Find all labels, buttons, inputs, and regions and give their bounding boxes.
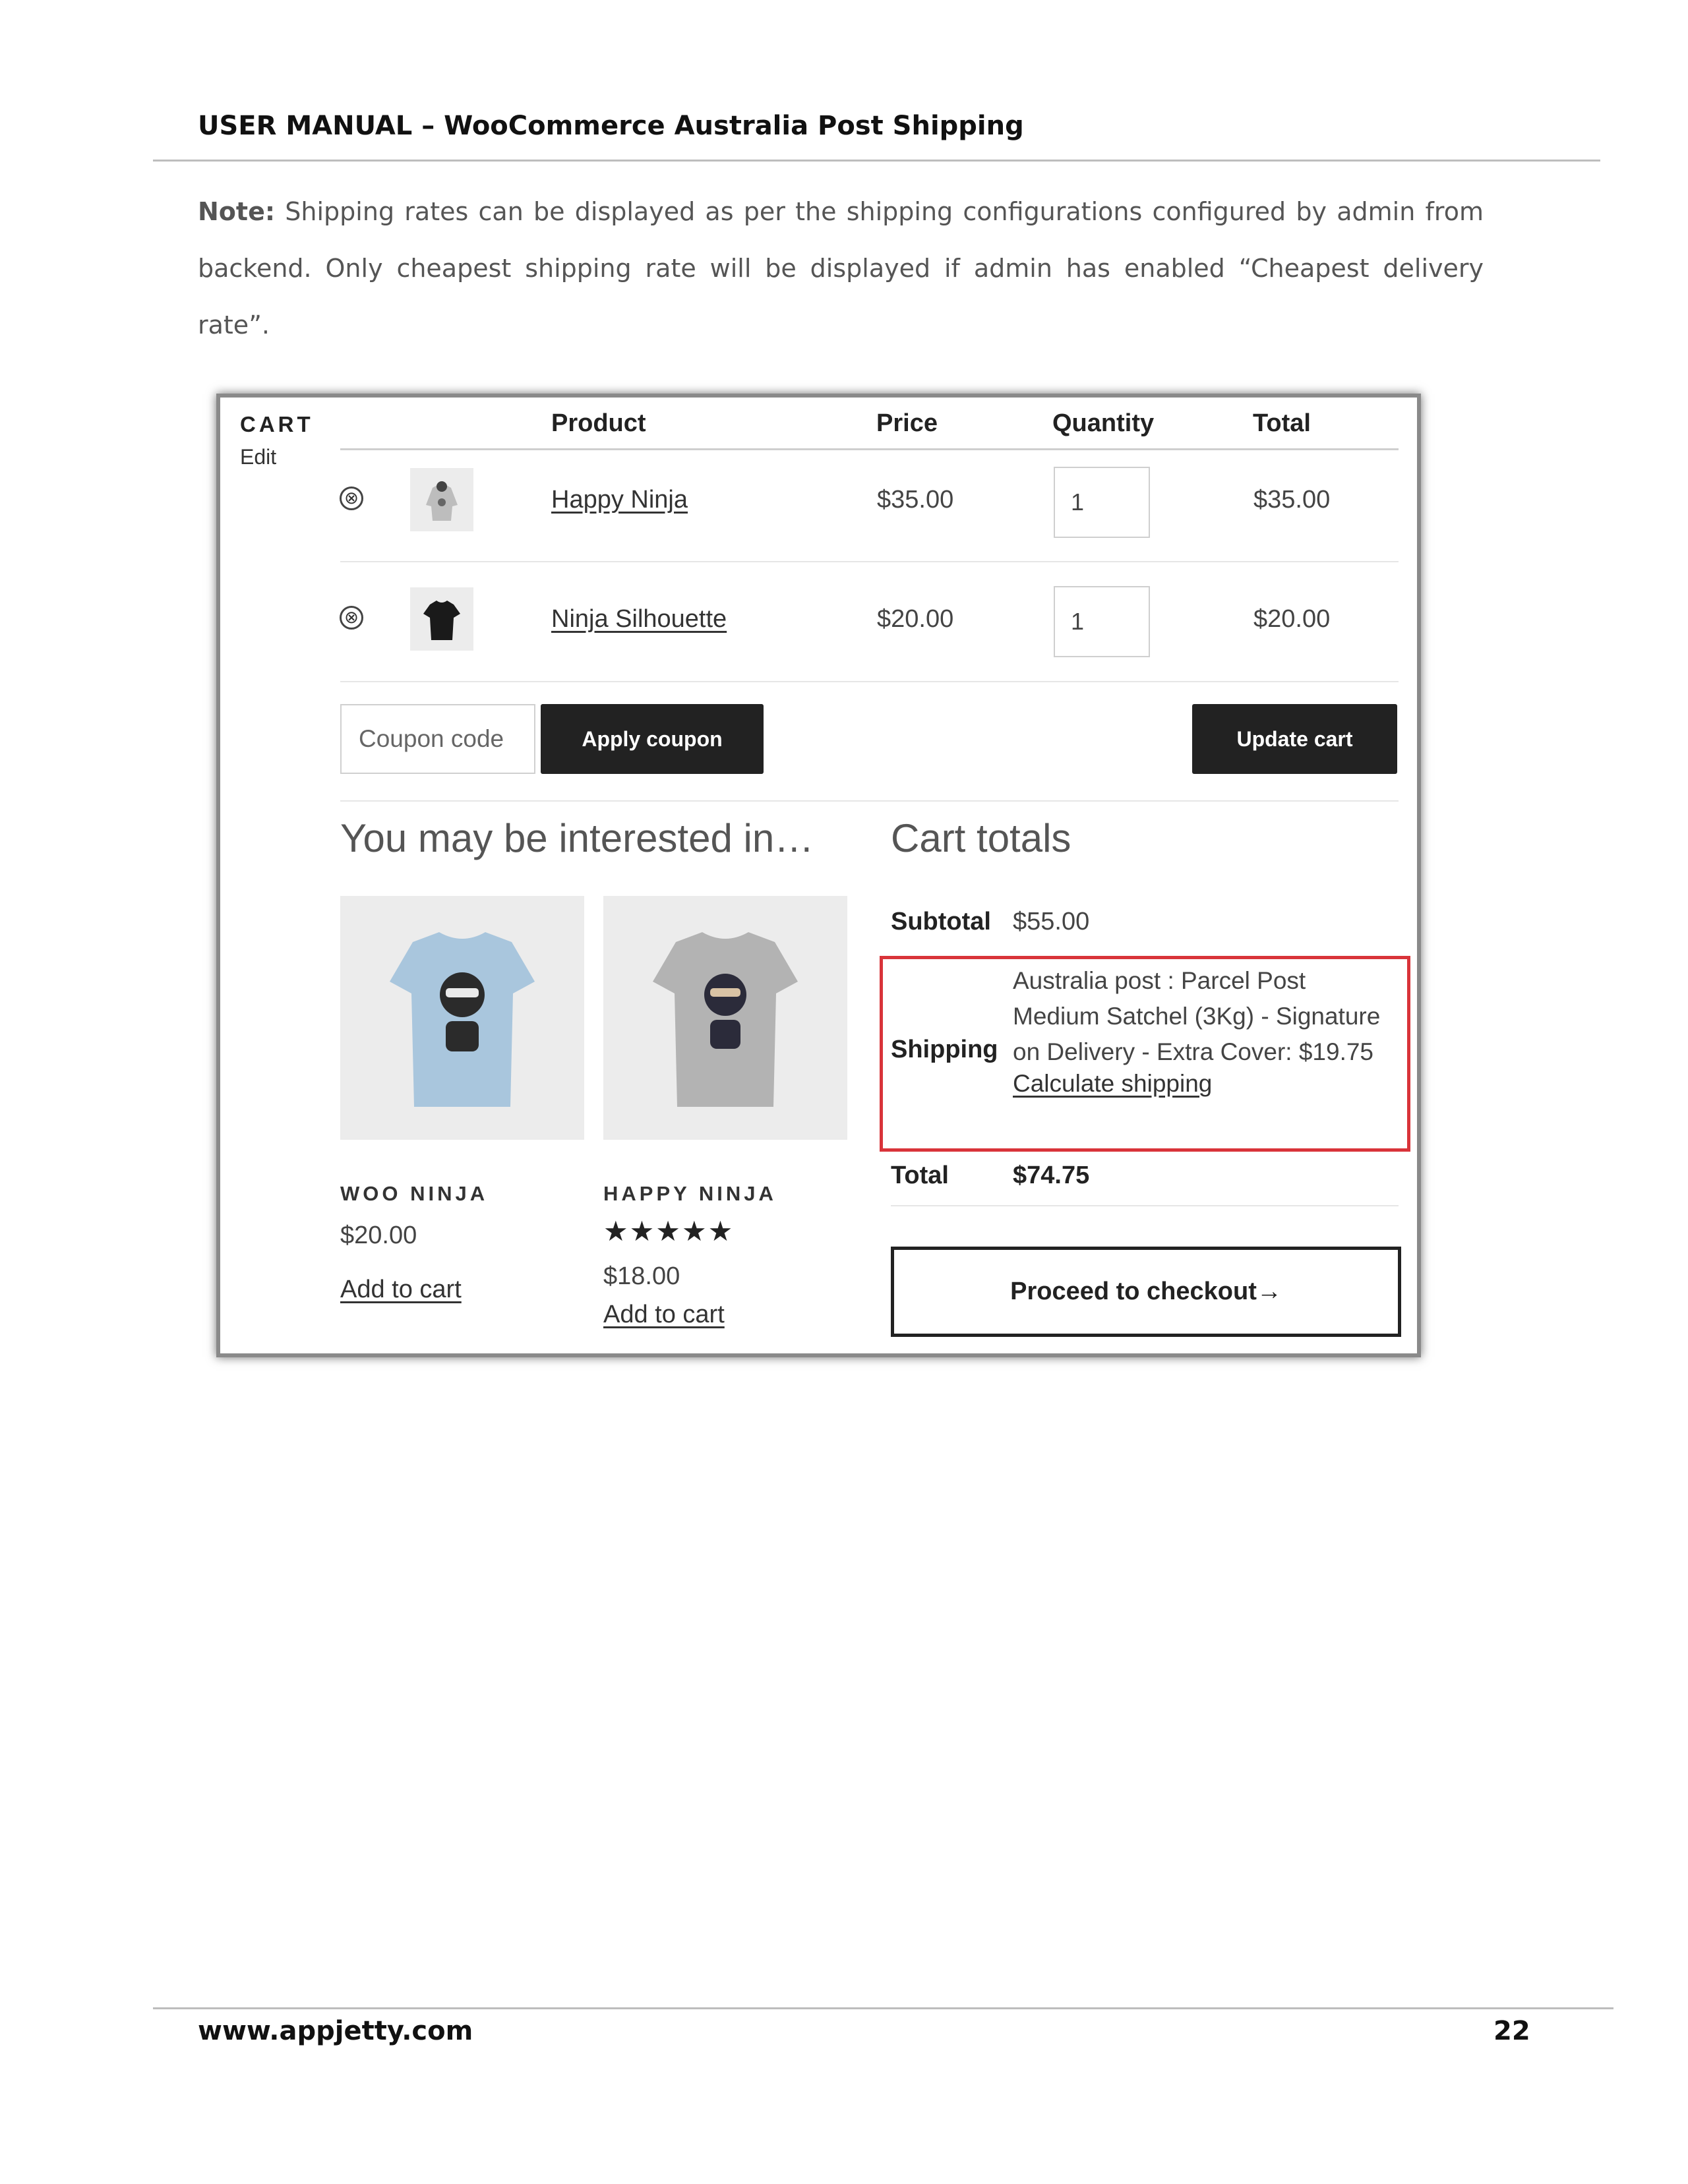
cart-item-name[interactable]: Ninja Silhouette — [551, 605, 727, 634]
cart-item-price: $20.00 — [877, 605, 954, 633]
note-paragraph: Note: Shipping rates can be displayed as… — [198, 183, 1484, 353]
proceed-to-checkout-button[interactable]: Proceed to checkout→ — [891, 1247, 1401, 1337]
cart-item-total: $35.00 — [1253, 486, 1331, 514]
note-text: Shipping rates can be displayed as per t… — [198, 197, 1484, 339]
black-tshirt-icon — [423, 601, 460, 640]
totals-divider — [891, 1205, 1399, 1206]
related-product-name[interactable]: HAPPY NINJA — [603, 1182, 777, 1206]
cart-item-total: $20.00 — [1253, 605, 1331, 633]
cart-item-price: $35.00 — [877, 486, 954, 514]
cart-item-name[interactable]: Happy Ninja — [551, 486, 688, 514]
cart-totals-title: Cart totals — [891, 816, 1071, 860]
doc-header-title: USER MANUAL – WooCommerce Australia Post… — [198, 111, 1024, 141]
product-image[interactable] — [603, 896, 847, 1140]
total-value: $74.75 — [1013, 1162, 1090, 1189]
column-header-total: Total — [1253, 409, 1311, 437]
related-product-price: $20.00 — [340, 1222, 417, 1249]
calculate-shipping-link[interactable]: Calculate shipping — [1013, 1070, 1212, 1098]
quantity-input[interactable]: 1 — [1054, 586, 1150, 657]
row-divider — [340, 561, 1399, 562]
related-product-price: $18.00 — [603, 1262, 680, 1290]
quantity-input[interactable]: 1 — [1054, 467, 1150, 538]
apply-coupon-button[interactable]: Apply coupon — [541, 704, 764, 774]
page-number: 22 — [1493, 2016, 1530, 2046]
star-rating-icon: ★★★★★ — [603, 1216, 735, 1247]
subtotal-value: $55.00 — [1013, 908, 1090, 935]
coupon-code-input[interactable]: Coupon code — [340, 704, 535, 774]
add-to-cart-link[interactable]: Add to cart — [340, 1276, 462, 1304]
header-divider-line — [340, 448, 1399, 450]
shipping-method-line: Australia post : Parcel Post — [1013, 967, 1306, 994]
cart-screenshot: CART Edit Product Price Quantity Total ⊗… — [216, 394, 1421, 1357]
shipping-method-line: Medium Satchel (3Kg) - Signature — [1013, 1003, 1381, 1030]
add-to-cart-link[interactable]: Add to cart — [603, 1301, 725, 1329]
header-divider — [153, 160, 1600, 162]
related-products-title: You may be interested in… — [340, 816, 814, 860]
edit-link[interactable]: Edit — [240, 445, 276, 469]
shipping-method-line: on Delivery - Extra Cover: $19.75 — [1013, 1038, 1374, 1065]
product-image[interactable] — [340, 896, 584, 1140]
footer-url: www.appjetty.com — [198, 2016, 473, 2046]
blue-ninja-tshirt-icon — [390, 932, 535, 1107]
remove-item-icon[interactable]: ⊗ — [340, 606, 363, 630]
column-header-price: Price — [876, 409, 938, 437]
note-label: Note: — [198, 197, 276, 226]
grey-hoodie-icon — [426, 481, 458, 521]
column-header-quantity: Quantity — [1052, 409, 1155, 437]
row-divider — [340, 681, 1399, 682]
update-cart-button[interactable]: Update cart — [1192, 704, 1397, 774]
related-product-name[interactable]: WOO NINJA — [340, 1182, 488, 1206]
subtotal-label: Subtotal — [891, 908, 991, 935]
footer-divider — [153, 2007, 1613, 2009]
remove-item-icon[interactable]: ⊗ — [340, 487, 363, 510]
column-header-product: Product — [551, 409, 646, 437]
section-divider — [340, 800, 1399, 802]
product-thumbnail — [410, 587, 473, 651]
cart-label: CART — [240, 412, 314, 436]
shipping-label: Shipping — [891, 1036, 998, 1063]
product-thumbnail — [410, 468, 473, 531]
total-label: Total — [891, 1162, 949, 1189]
grey-ninja-tshirt-icon — [653, 932, 798, 1107]
